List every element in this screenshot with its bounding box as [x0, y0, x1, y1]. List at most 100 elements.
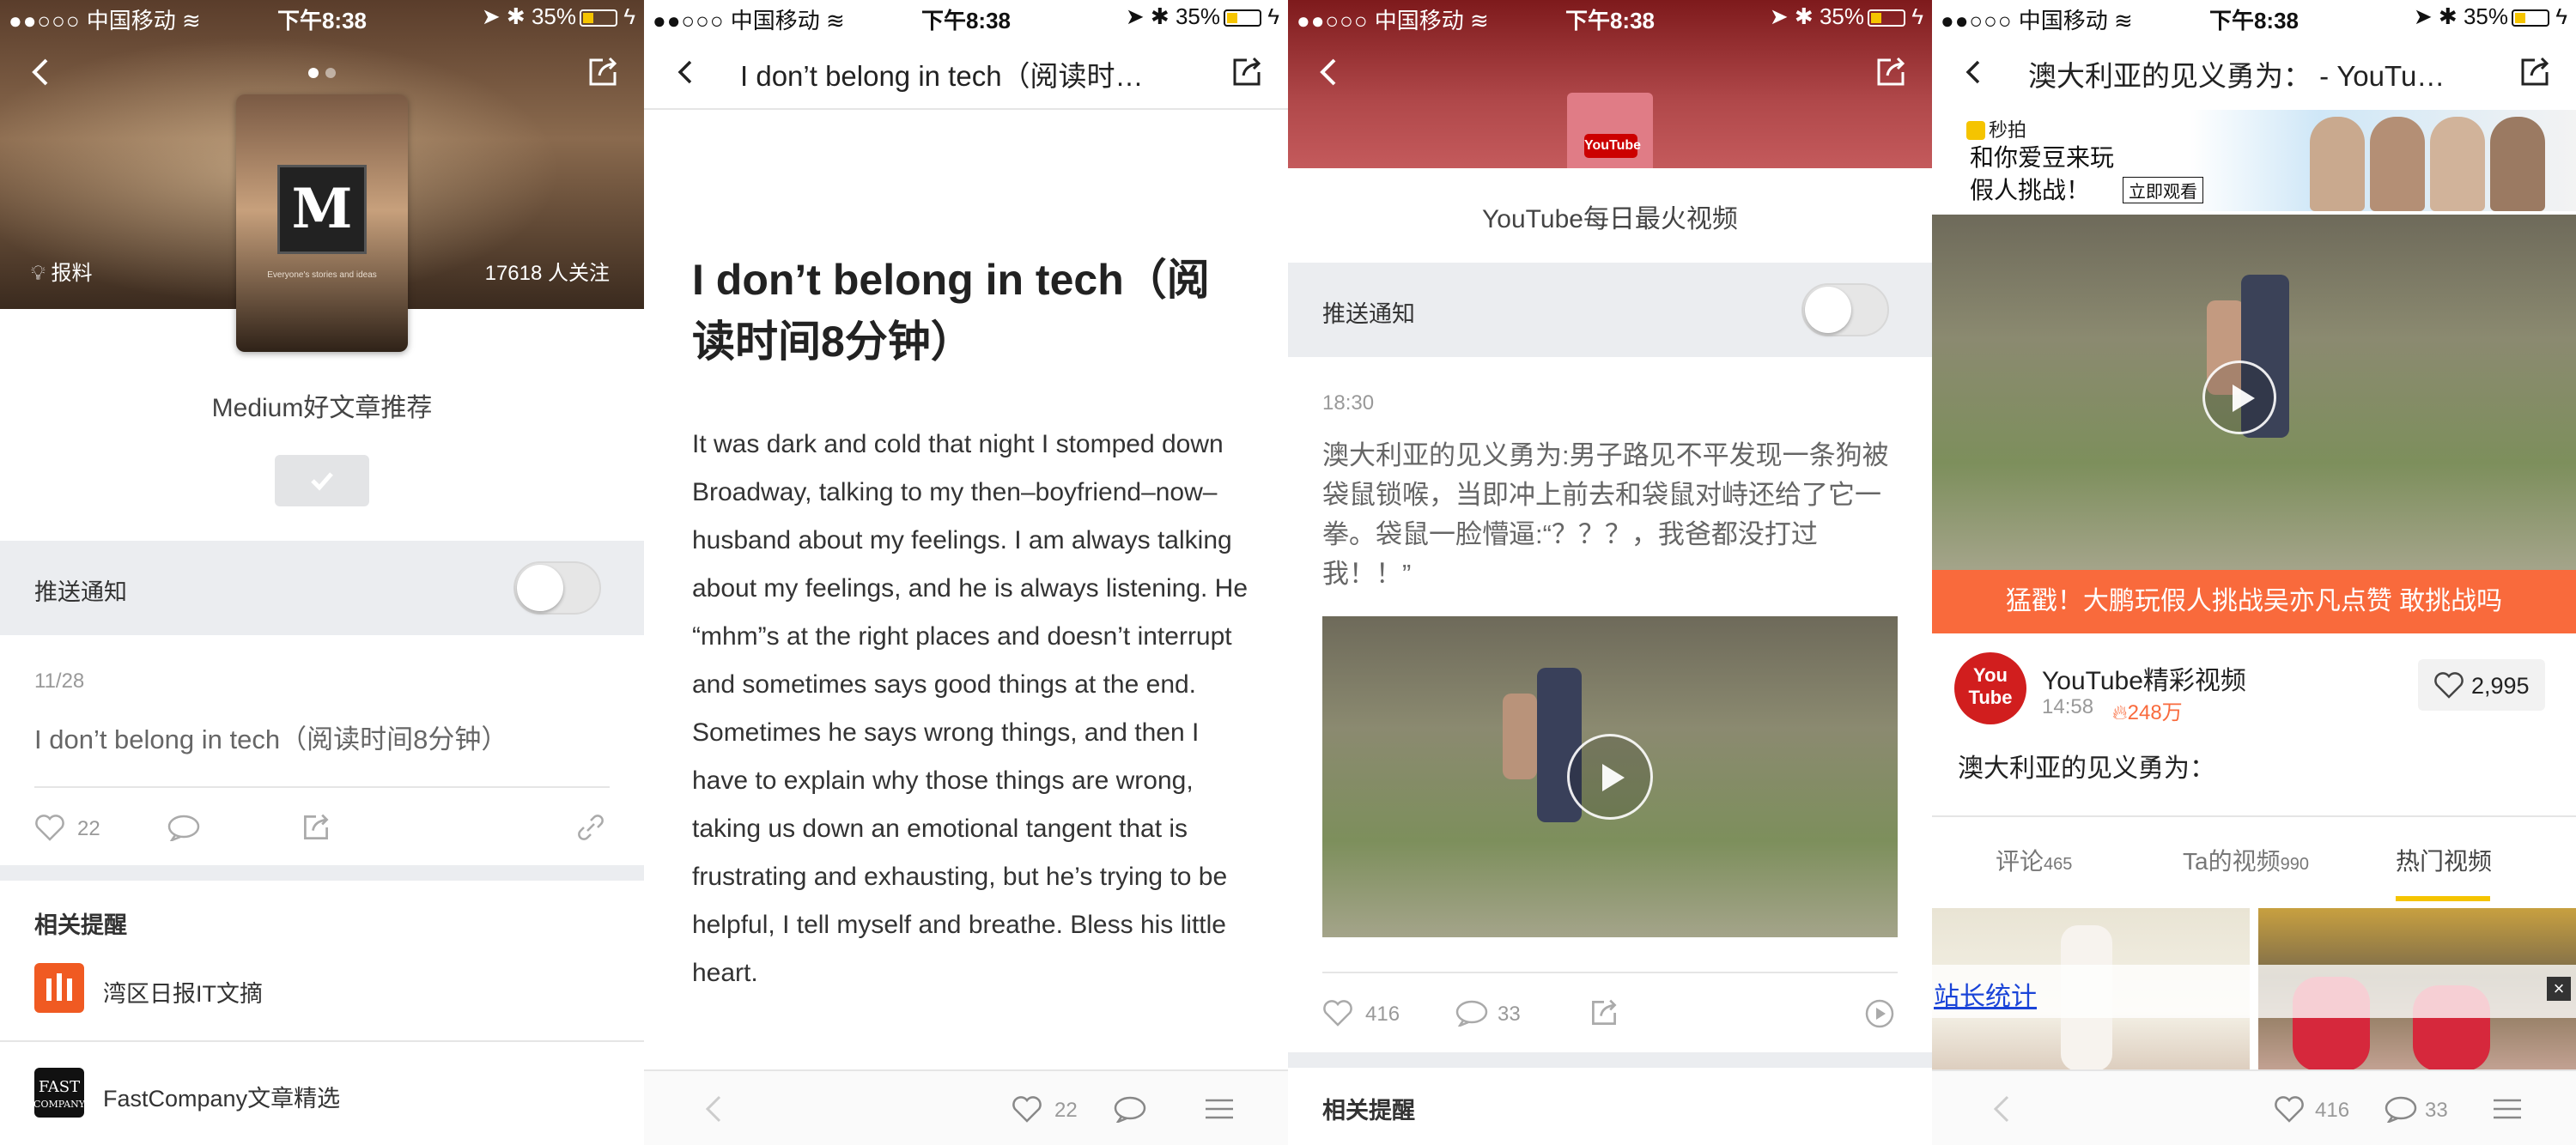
ad-person-image	[2310, 117, 2365, 211]
link-icon[interactable]	[575, 812, 606, 843]
ad-banner[interactable]: 秒拍 和你爱豆来玩 假人挑战！ 立即观看	[1932, 110, 2576, 211]
post-text[interactable]: 澳大利亚的见义勇为:男子路见不平发现一条狗被袋鼠锁喉，当即冲上前去和袋鼠对峙还给…	[1322, 436, 1889, 594]
share-icon[interactable]	[1874, 55, 1908, 89]
heart-icon[interactable]	[34, 814, 65, 841]
article-body: It was dark and cold that night I stompe…	[692, 430, 1249, 987]
push-notification-row: 推送通知	[1288, 263, 1932, 357]
subscribed-button[interactable]	[275, 455, 369, 506]
like-count: 22	[77, 817, 100, 840]
bottom-toolbar: 22	[644, 1069, 1288, 1145]
tab-their-videos[interactable]: Ta的视频990	[2183, 843, 2309, 877]
video-description: 澳大利亚的见义勇为：	[1958, 754, 2215, 783]
heart-icon[interactable]	[1012, 1095, 1042, 1123]
charging-icon: ϟ	[1267, 3, 1279, 29]
lightbulb-icon: 💡︎	[31, 262, 46, 285]
youtube-logo: YouTube	[1584, 134, 1641, 158]
like-count: 416	[1365, 1003, 1400, 1026]
share-icon[interactable]	[1230, 55, 1264, 89]
location-icon: ➤ ✱	[481, 3, 526, 29]
prev-icon[interactable]	[1990, 1094, 2011, 1124]
ad-line-1: 和你爱豆来玩	[1970, 144, 2115, 171]
channel-cover-image: M Everyone's stories and ideas	[236, 94, 408, 352]
fastcompany-icon: FAST COMPANY	[33, 1068, 86, 1118]
like-button[interactable]: 2,995	[2418, 659, 2545, 711]
article-heading: I don’t belong in tech（阅读时间8分钟）	[692, 256, 1210, 366]
battery-icon	[1868, 9, 1905, 27]
tab-bar: 评论465 Ta的视频990 热门视频	[1932, 815, 2576, 901]
post-time: 18:30	[1322, 391, 1375, 415]
push-notification-row: 推送通知	[0, 541, 644, 635]
nav-title: 澳大利亚的见义勇为： - YouTu…	[2028, 60, 2445, 92]
battery-percent: 35%	[2463, 3, 2508, 29]
post-time: 14:58	[2042, 695, 2094, 718]
battery-percent: 35%	[1175, 3, 1220, 29]
heart-icon[interactable]	[1322, 999, 1353, 1027]
location-icon: ➤ ✱	[2413, 3, 2458, 29]
share-icon[interactable]	[301, 812, 331, 843]
related-item-label: 湾区日报IT文摘	[103, 981, 263, 1007]
comment-icon[interactable]	[2384, 1095, 2418, 1123]
tab-hot-videos[interactable]: 热门视频	[2396, 843, 2492, 877]
push-toggle[interactable]	[513, 561, 601, 615]
nav-bar: 澳大利亚的见义勇为： - YouTu…	[1932, 34, 2576, 110]
menu-icon[interactable]	[2492, 1095, 2523, 1123]
channel-title: Medium好文章推荐	[211, 394, 433, 422]
location-icon: ➤ ✱	[1769, 3, 1814, 29]
video-icon[interactable]	[1865, 999, 1894, 1028]
close-icon[interactable]: ×	[2547, 977, 2571, 1001]
view-count: 🔥︎248万	[2112, 701, 2183, 724]
stats-link[interactable]: 站长统计	[1934, 975, 2037, 1013]
play-icon[interactable]	[1567, 734, 1653, 820]
related-item-wanqu[interactable]: 湾区日报IT文摘	[34, 963, 618, 1018]
prev-icon[interactable]	[702, 1094, 723, 1124]
share-icon[interactable]	[2518, 55, 2552, 89]
video-thumbnail[interactable]	[1322, 616, 1898, 937]
report-button[interactable]: 💡︎ 报料	[31, 256, 92, 286]
like-count: 416	[2315, 1099, 2350, 1122]
channel-title: YouTube每日最火视频	[1482, 205, 1738, 233]
ad-watch-button[interactable]: 立即观看	[2123, 177, 2203, 203]
back-icon[interactable]	[1956, 55, 1990, 89]
ad-person-image	[2370, 117, 2425, 211]
page-indicator	[305, 67, 339, 82]
back-icon[interactable]	[668, 55, 702, 89]
play-icon[interactable]	[2202, 360, 2276, 434]
related-item-fastcompany[interactable]: FAST COMPANY FastCompany文章精选	[33, 1068, 618, 1123]
menu-icon[interactable]	[1204, 1095, 1235, 1123]
medium-logo: M	[277, 165, 367, 254]
push-toggle[interactable]	[1801, 283, 1889, 336]
channel-avatar[interactable]: You Tube	[1954, 652, 2026, 724]
channel-cover-image: YouTube	[1567, 93, 1653, 168]
comment-icon[interactable]	[1455, 999, 1489, 1027]
heart-icon[interactable]	[2274, 1095, 2305, 1123]
article-title[interactable]: I don’t belong in tech（阅读时间8分钟）	[34, 718, 507, 756]
channel-name[interactable]: YouTube精彩视频	[2042, 659, 2246, 697]
wanqu-icon	[34, 963, 84, 1013]
like-count: 2,995	[2471, 673, 2530, 699]
battery-icon	[2512, 9, 2549, 27]
back-icon[interactable]	[24, 55, 58, 89]
battery-percent: 35%	[531, 3, 576, 29]
fire-icon: 🔥︎	[2112, 701, 2128, 724]
svg-text:FAST: FAST	[39, 1078, 80, 1096]
push-label: 推送通知	[34, 579, 127, 605]
screen-article-reader: ●●○○○ 中国移动 ≋ 下午8:38 ➤ ✱ 35% ϟ I don’t be…	[644, 0, 1288, 1145]
share-icon[interactable]	[1589, 997, 1619, 1028]
related-heading: 相关提醒	[1322, 1098, 1415, 1124]
promo-banner[interactable]: 猛戳！大鹏玩假人挑战吴亦凡点赞 敢挑战吗	[1932, 570, 2576, 633]
share-icon[interactable]	[586, 55, 620, 89]
stats-overlay: 站长统计 ×	[1932, 965, 2576, 1018]
post-date: 11/28	[34, 669, 85, 693]
checkmark-icon	[311, 472, 333, 491]
comment-count: 33	[1498, 1003, 1521, 1026]
cover-tagline: Everyone's stories and ideas	[267, 270, 377, 280]
back-icon[interactable]	[1312, 55, 1346, 89]
comment-icon[interactable]	[1113, 1095, 1147, 1123]
ad-person-image	[2430, 117, 2485, 211]
video-player[interactable]	[1932, 215, 2576, 570]
status-bar: ●●○○○ 中国移动 ≋ 下午8:38 ➤ ✱ 35% ϟ	[1932, 0, 2576, 34]
push-label: 推送通知	[1322, 301, 1415, 327]
comment-icon[interactable]	[167, 814, 201, 841]
related-item-label: FastCompany文章精选	[103, 1086, 341, 1112]
tab-comments[interactable]: 评论465	[1996, 843, 2072, 877]
